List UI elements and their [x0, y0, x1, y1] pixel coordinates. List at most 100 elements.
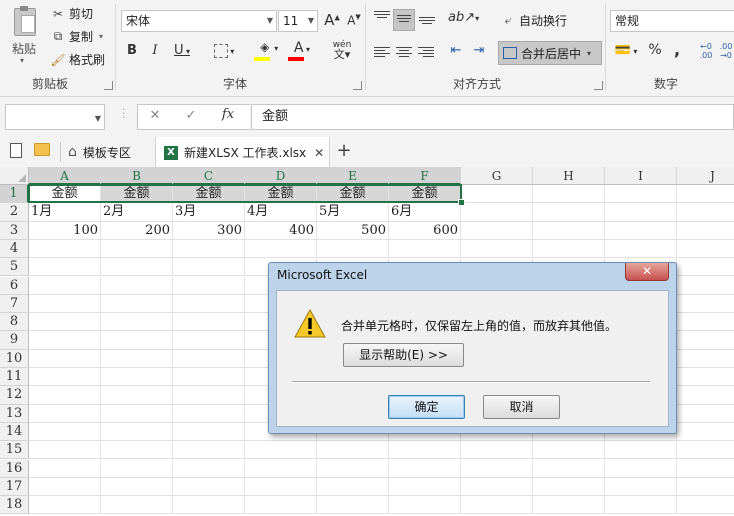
- cell[interactable]: [677, 203, 734, 222]
- cell[interactable]: [317, 477, 389, 497]
- cell[interactable]: [245, 441, 317, 460]
- cell[interactable]: [173, 496, 245, 515]
- cell[interactable]: [101, 294, 173, 314]
- cell[interactable]: [605, 496, 677, 515]
- cell[interactable]: [533, 477, 605, 497]
- new-file-button[interactable]: [8, 143, 24, 162]
- row-header[interactable]: 18: [0, 496, 29, 515]
- cell[interactable]: [533, 203, 605, 222]
- cell[interactable]: [677, 185, 734, 204]
- merge-center-button[interactable]: 合并后居中 ▾: [498, 41, 602, 65]
- confirm-entry-button[interactable]: ✓: [184, 108, 198, 123]
- cell[interactable]: [533, 459, 605, 478]
- row-header[interactable]: 1: [0, 185, 29, 204]
- align-bottom-button[interactable]: [419, 9, 435, 27]
- cell[interactable]: [389, 477, 461, 497]
- cell[interactable]: [101, 331, 173, 350]
- cell[interactable]: [533, 221, 605, 240]
- align-left-button[interactable]: [374, 45, 390, 59]
- cell[interactable]: [317, 441, 389, 460]
- row-header[interactable]: 17: [0, 477, 29, 497]
- font-launcher[interactable]: [353, 81, 362, 90]
- column-header[interactable]: B: [101, 167, 173, 185]
- number-format-select[interactable]: 常规: [610, 10, 734, 32]
- cancel-button[interactable]: 取消: [483, 395, 560, 419]
- shrink-font-button[interactable]: A▼: [346, 13, 362, 28]
- cell[interactable]: [461, 459, 533, 478]
- cell[interactable]: [245, 496, 317, 515]
- tab-template-zone[interactable]: ⌂ 模板专区: [68, 141, 131, 163]
- row-header[interactable]: 11: [0, 368, 29, 387]
- cell[interactable]: [29, 386, 101, 405]
- accounting-format-button[interactable]: 💳 ▾: [612, 43, 640, 58]
- cell[interactable]: [29, 349, 101, 368]
- cell[interactable]: [29, 294, 101, 314]
- cell[interactable]: [101, 496, 173, 515]
- cell[interactable]: [29, 404, 101, 423]
- column-header[interactable]: E: [317, 167, 389, 185]
- cell[interactable]: [173, 239, 245, 259]
- cell[interactable]: [677, 496, 734, 515]
- bold-button[interactable]: B: [124, 43, 140, 58]
- format-painter-button[interactable]: 🖌 格式刷: [50, 51, 105, 68]
- cell[interactable]: [173, 404, 245, 423]
- cell[interactable]: [101, 386, 173, 405]
- row-header[interactable]: 12: [0, 386, 29, 405]
- cell[interactable]: [677, 368, 734, 387]
- cell[interactable]: [245, 239, 317, 259]
- cell[interactable]: 金额: [173, 185, 245, 204]
- cell[interactable]: [245, 477, 317, 497]
- cell[interactable]: [533, 239, 605, 259]
- borders-button[interactable]: ▾: [209, 43, 239, 58]
- font-name-select[interactable]: 宋体 ▼: [121, 10, 277, 32]
- cell[interactable]: [605, 185, 677, 204]
- cell[interactable]: [677, 441, 734, 460]
- cell[interactable]: [29, 313, 101, 332]
- column-header[interactable]: I: [605, 167, 677, 185]
- cell[interactable]: [317, 459, 389, 478]
- cell[interactable]: [677, 295, 734, 314]
- cell[interactable]: 4月: [245, 203, 317, 222]
- increase-decimal-button[interactable]: ←0 .00: [697, 42, 715, 60]
- cell[interactable]: [173, 294, 245, 314]
- column-header[interactable]: J: [677, 167, 734, 185]
- decrease-decimal-button[interactable]: .00 →0: [718, 42, 734, 60]
- cell[interactable]: [461, 496, 533, 515]
- phonetic-button[interactable]: wén 文▾: [330, 40, 354, 61]
- cell[interactable]: [461, 221, 533, 240]
- cell[interactable]: [677, 423, 734, 442]
- formula-input[interactable]: 金额: [251, 104, 734, 130]
- cell[interactable]: [29, 258, 101, 277]
- cell[interactable]: [173, 477, 245, 497]
- cell[interactable]: [533, 185, 605, 204]
- cell[interactable]: [533, 441, 605, 460]
- column-header[interactable]: A: [29, 167, 101, 185]
- cell[interactable]: [389, 239, 461, 259]
- cell[interactable]: 6月: [389, 203, 461, 222]
- cell[interactable]: [677, 386, 734, 405]
- cell[interactable]: [461, 203, 533, 222]
- cell[interactable]: [101, 477, 173, 497]
- cell[interactable]: 金额: [29, 185, 101, 204]
- cell[interactable]: [317, 496, 389, 515]
- cell[interactable]: 金额: [317, 185, 389, 204]
- comma-button[interactable]: ,: [670, 40, 684, 59]
- cell[interactable]: [29, 459, 101, 478]
- cell[interactable]: 400: [245, 221, 317, 240]
- cell[interactable]: [245, 459, 317, 478]
- cell[interactable]: 金额: [101, 185, 173, 204]
- cell[interactable]: [101, 349, 173, 368]
- cell[interactable]: [677, 277, 734, 295]
- cell[interactable]: [605, 459, 677, 478]
- column-header[interactable]: C: [173, 167, 245, 185]
- fill-handle[interactable]: [458, 199, 465, 206]
- dialog-close-button[interactable]: ✕: [625, 263, 669, 281]
- cell[interactable]: 金额: [245, 185, 317, 204]
- cell[interactable]: [677, 478, 734, 497]
- cell[interactable]: [29, 276, 101, 295]
- font-color-button[interactable]: A ▾: [287, 40, 317, 61]
- cell[interactable]: [677, 331, 734, 350]
- paste-button[interactable]: 粘贴 ▾: [6, 4, 42, 65]
- cell[interactable]: [29, 239, 101, 259]
- fill-color-button[interactable]: ◈ ▾: [253, 40, 283, 61]
